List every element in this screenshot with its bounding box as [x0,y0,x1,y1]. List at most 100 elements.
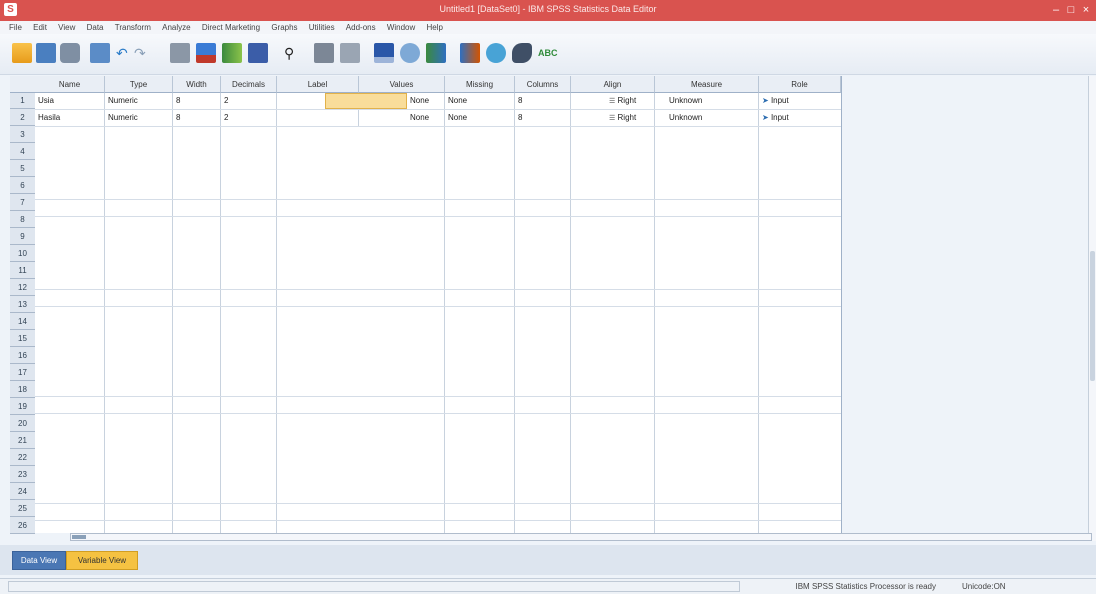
undo-icon[interactable]: ↶ [116,43,136,63]
corner-cell[interactable] [10,76,35,93]
cell-role[interactable]: ➤ Input [759,110,841,126]
row-header[interactable]: 14 [10,314,35,330]
row-header[interactable]: 20 [10,416,35,432]
cell-decimals[interactable]: 2 [221,110,277,126]
cell-name[interactable]: Usia [35,93,105,109]
cell-missing[interactable]: None [445,93,515,109]
column-header-missing[interactable]: Missing [445,76,515,93]
dialog-recall-icon[interactable] [90,43,110,63]
cell-columns[interactable]: 8 [515,93,571,109]
row-header[interactable]: 9 [10,229,35,245]
cell-align[interactable]: ☰ Right [571,110,655,126]
cell-role[interactable]: ➤ Input [759,93,841,109]
row-header[interactable]: 11 [10,263,35,279]
use-variable-sets-icon[interactable] [486,43,506,63]
cell-missing[interactable]: None [445,110,515,126]
select-cases-icon[interactable] [426,43,446,63]
horizontal-scroll-thumb[interactable] [72,535,86,539]
column-header-values[interactable]: Values [359,76,445,93]
row-header[interactable]: 18 [10,382,35,398]
menu-direct-marketing[interactable]: Direct Marketing [202,21,260,34]
menu-add-ons[interactable]: Add-ons [346,21,376,34]
cell-type[interactable]: Numeric [105,110,173,126]
cell-values[interactable]: None [407,110,445,126]
variables-icon[interactable] [222,43,242,63]
row-header[interactable]: 7 [10,195,35,211]
column-header-align[interactable]: Align [571,76,655,93]
cell-name[interactable]: Hasila [35,110,105,126]
menu-utilities[interactable]: Utilities [309,21,335,34]
menu-edit[interactable]: Edit [33,21,47,34]
column-header-label[interactable]: Label [277,76,359,93]
horizontal-scrollbar[interactable] [70,533,1092,541]
weight-cases-icon[interactable] [400,43,420,63]
minimize-button[interactable]: – [1048,2,1064,18]
row-header[interactable]: 3 [10,127,35,143]
row-header[interactable]: 15 [10,331,35,347]
show-all-variables-icon[interactable] [512,43,532,63]
row-header[interactable]: 1 [10,93,35,109]
open-folder-icon[interactable] [12,43,32,63]
column-header-decimals[interactable]: Decimals [221,76,277,93]
menu-transform[interactable]: Transform [115,21,151,34]
menu-analyze[interactable]: Analyze [162,21,190,34]
menu-graphs[interactable]: Graphs [271,21,297,34]
cell-measure[interactable]: Unknown [655,93,759,109]
column-header-role[interactable]: Role [759,76,841,93]
row-header[interactable]: 13 [10,297,35,313]
run-descriptives-icon[interactable] [248,43,268,63]
tab-data-view[interactable]: Data View [12,551,66,570]
column-header-columns[interactable]: Columns [515,76,571,93]
goto-case-icon[interactable] [170,43,190,63]
row-header[interactable]: 2 [10,110,35,126]
row-header[interactable]: 12 [10,280,35,296]
row-header[interactable]: 8 [10,212,35,228]
split-file-icon[interactable] [374,43,394,63]
tab-variable-view[interactable]: Variable View [66,551,138,570]
column-header-name[interactable]: Name [35,76,105,93]
menu-window[interactable]: Window [387,21,415,34]
row-header[interactable]: 4 [10,144,35,160]
insert-cases-icon[interactable] [314,43,334,63]
menu-view[interactable]: View [58,21,75,34]
row-header[interactable]: 21 [10,433,35,449]
menu-help[interactable]: Help [427,21,443,34]
close-button[interactable]: × [1078,2,1094,18]
column-header-measure[interactable]: Measure [655,76,759,93]
row-header[interactable]: 6 [10,178,35,194]
vertical-scrollbar[interactable] [1088,76,1096,541]
row-header[interactable]: 5 [10,161,35,177]
spelling-icon[interactable]: ABC [538,43,558,63]
row-header[interactable]: 25 [10,501,35,517]
cell-label-selected[interactable] [325,93,407,109]
column-header-width[interactable]: Width [173,76,221,93]
value-labels-icon[interactable] [460,43,480,63]
find-icon[interactable]: ⚲ [284,43,304,63]
maximize-button[interactable]: □ [1064,2,1078,18]
cell-type[interactable]: Numeric [105,93,173,109]
menu-data[interactable]: Data [87,21,104,34]
cell-decimals[interactable]: 2 [221,93,277,109]
cell-values[interactable]: None [407,93,445,109]
row-header[interactable]: 10 [10,246,35,262]
redo-icon[interactable]: ↷ [134,43,154,63]
insert-variable-icon[interactable] [340,43,360,63]
cell-measure[interactable]: Unknown [655,110,759,126]
row-header[interactable]: 26 [10,518,35,534]
row-header[interactable]: 19 [10,399,35,415]
row-header[interactable]: 17 [10,365,35,381]
cell-width[interactable]: 8 [173,93,221,109]
cell-width[interactable]: 8 [173,110,221,126]
print-icon[interactable] [60,43,80,63]
row-header[interactable]: 23 [10,467,35,483]
column-header-type[interactable]: Type [105,76,173,93]
save-icon[interactable] [36,43,56,63]
goto-variable-icon[interactable] [196,43,216,63]
row-header[interactable]: 16 [10,348,35,364]
cell-align[interactable]: ☰ Right [571,93,655,109]
menu-file[interactable]: File [9,21,22,34]
cell-label[interactable] [277,110,359,126]
row-header[interactable]: 22 [10,450,35,466]
row-header[interactable]: 24 [10,484,35,500]
cell-columns[interactable]: 8 [515,110,571,126]
